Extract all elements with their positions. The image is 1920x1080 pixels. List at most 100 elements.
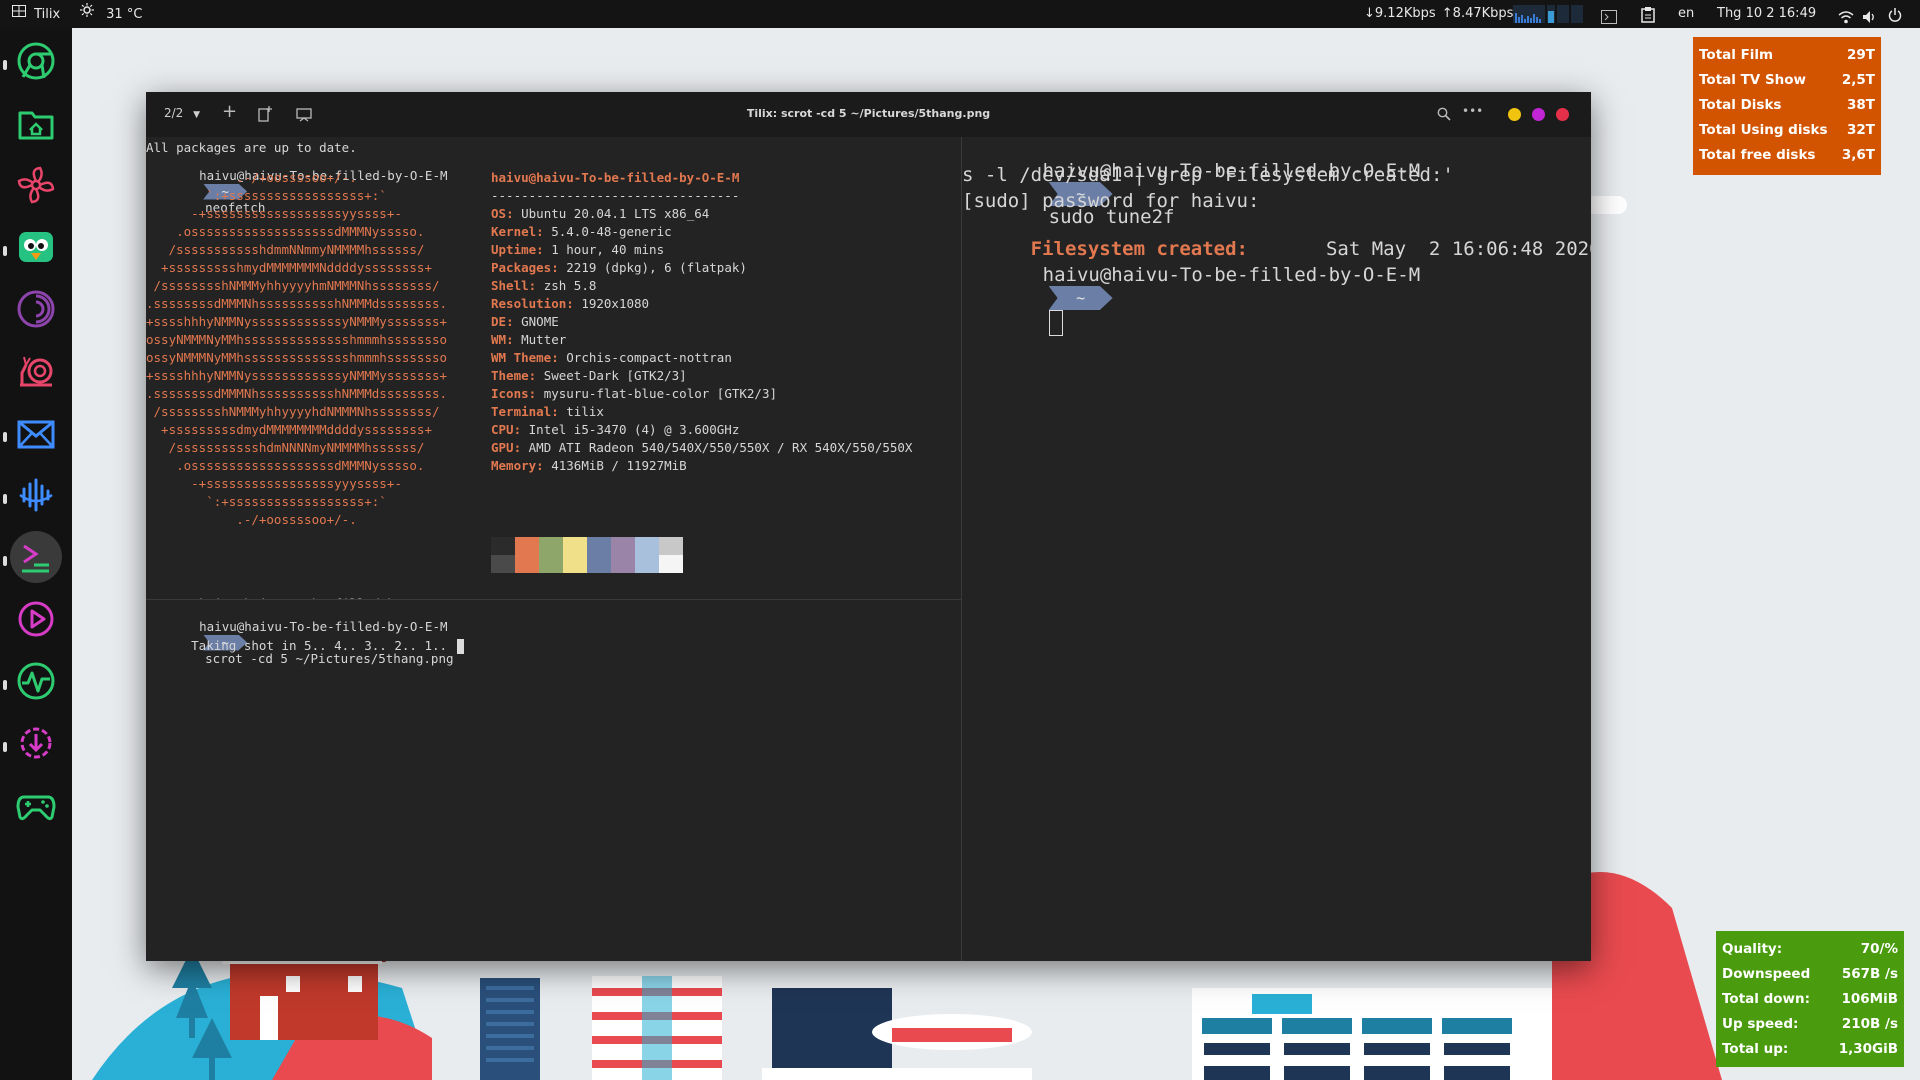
terminal-pane-tune2fs[interactable]: haivu@haivu-To-be-filled-by-O-E-M ~ sudo… xyxy=(962,137,1591,961)
info-value: Sweet-Dark [GTK2/3] xyxy=(543,368,687,383)
ascii-logo-line: /sssssssshNMMMyhhyyyyhmNMMMNhssssssss/ xyxy=(146,278,440,293)
ascii-logo-line: +sssshhhyNMMNyssssssssssssyNMMMysssssss+ xyxy=(146,314,448,329)
info-colon: : xyxy=(566,296,582,311)
wifi-icon[interactable] xyxy=(1838,7,1854,24)
tilix-window[interactable]: 2/2 ▼ + Tilix: scrot -cd 5 ~/Pictures/5t… xyxy=(146,92,1591,961)
ascii-logo-line: .osssssssssssssssssssdMMMNysssso. xyxy=(146,458,425,473)
activities-app-menu[interactable]: Tilix xyxy=(12,0,60,28)
conky-row: Total Disks 38T xyxy=(1699,93,1875,118)
keyboard-layout[interactable]: en xyxy=(1678,0,1694,28)
weather-temp: 31 °C xyxy=(106,6,143,22)
palette-swatch xyxy=(563,537,587,555)
info-value: zsh 5.8 xyxy=(543,278,597,293)
close-button[interactable] xyxy=(1556,108,1569,121)
power-icon[interactable] xyxy=(1888,6,1902,22)
conky-value: 32T xyxy=(1847,122,1875,138)
terminal-tray-icon[interactable] xyxy=(1601,7,1617,24)
menu-button[interactable]: ••• xyxy=(1462,104,1483,118)
conky-network-stats: Quality: 70/% Downspeed 567B /s Total down: 1… xyxy=(1716,931,1904,1067)
conky-label: Quality: xyxy=(1722,941,1783,957)
conky-value: 3,6T xyxy=(1841,147,1875,163)
info-key: WM xyxy=(491,332,507,347)
net-up: ↑8.47Kbps xyxy=(1441,6,1514,21)
ascii-logo-line: .osssssssssssssssssssdMMMNysssso. xyxy=(146,224,425,239)
dock-app-audio[interactable] xyxy=(10,469,62,521)
info-row: Terminal: tilix xyxy=(491,404,604,419)
info-colon: : xyxy=(506,206,522,221)
prompt-user: haivu@haivu-To-be-filled-by-O-E-M xyxy=(199,596,447,599)
dock-app-tor[interactable] xyxy=(10,283,62,335)
info-colon: : xyxy=(506,314,522,329)
find-button[interactable] xyxy=(1437,106,1451,125)
dock-app-installer[interactable] xyxy=(10,717,62,769)
info-value: 2219 (dpkg), 6 (flatpak) xyxy=(566,260,747,275)
command-continuation: s -l /dev/sda1 | grep 'Filesystem create… xyxy=(962,164,1454,186)
conky-row: Total Film 29T xyxy=(1699,43,1875,68)
dock-app-gamepad[interactable] xyxy=(10,779,62,831)
conky-disk-stats: Total Film 29T Total TV Show 2,5T Total Disk… xyxy=(1693,37,1881,175)
dock-app-system-monitor[interactable] xyxy=(10,655,62,707)
palette-swatch xyxy=(659,555,683,573)
palette-swatch xyxy=(659,537,683,555)
conky-value: 1,30GiB xyxy=(1838,1041,1898,1057)
terminal-icon xyxy=(22,544,49,573)
monitor-graph-icon xyxy=(1513,5,1583,23)
running-indicator xyxy=(3,556,7,566)
text-cursor xyxy=(457,639,465,654)
ascii-logo-line: `:+ssssssssssssssssss+:` xyxy=(146,188,387,203)
dock-app-pinwheel[interactable] xyxy=(10,159,62,211)
info-row: WM Theme: Orchis-compact-nottran xyxy=(491,350,732,365)
info-value: 1 hour, 40 mins xyxy=(551,242,665,257)
palette-swatch xyxy=(539,555,563,573)
palette-swatch xyxy=(611,537,635,555)
conky-row: Up speed: 210B /s xyxy=(1722,1012,1898,1037)
info-key: WM Theme xyxy=(491,350,552,365)
window-headerbar[interactable]: 2/2 ▼ + Tilix: scrot -cd 5 ~/Pictures/5t… xyxy=(146,92,1591,137)
palette-swatch xyxy=(515,555,539,573)
download-gear-icon xyxy=(20,727,52,759)
terminal-pane-scrot[interactable]: haivu@haivu-To-be-filled-by-O-E-M ~ scro… xyxy=(146,600,961,961)
ascii-logo-line: /ssssssssssshdmmNNmmyNMMMMhssssss/ xyxy=(146,242,425,257)
conky-value: 70/% xyxy=(1860,941,1898,957)
clock[interactable]: Thg 10 2 16:49 xyxy=(1717,0,1816,28)
palette-swatch xyxy=(587,537,611,555)
chrome-icon xyxy=(17,42,55,80)
conky-row: Total free disks 3,6T xyxy=(1699,143,1875,168)
dock-app-snail[interactable] xyxy=(10,345,62,397)
conky-label: Total Using disks xyxy=(1699,122,1828,138)
system-monitor-icon xyxy=(17,662,55,700)
dock-app-pidgin[interactable] xyxy=(10,221,62,273)
info-key: Icons xyxy=(491,386,529,401)
ascii-logo-line: ossyNMMMNyMMhsssssssssssssshmmmhssssssso xyxy=(146,332,448,347)
volume-icon[interactable] xyxy=(1862,7,1876,23)
palette-swatch xyxy=(491,537,515,555)
dock-app-mail[interactable] xyxy=(10,407,62,459)
terminal-pane-neofetch[interactable]: All packages are up to date. haivu@haivu… xyxy=(146,137,961,599)
info-colon: : xyxy=(506,332,522,347)
info-key: OS xyxy=(491,206,507,221)
net-speed-indicator[interactable]: ↓9.12Kbps ↑8.47Kbps xyxy=(1364,0,1513,28)
ascii-logo-line: .-/+oossssoo+/-. xyxy=(146,512,357,527)
dock-app-terminal[interactable] xyxy=(10,531,62,583)
conky-row: Total down: 106MiB xyxy=(1722,987,1898,1012)
maximize-button[interactable] xyxy=(1532,108,1545,121)
dock-app-chrome[interactable] xyxy=(10,35,62,87)
clipboard-icon[interactable] xyxy=(1641,6,1655,23)
info-colon: : xyxy=(513,422,529,437)
system-monitor-graph[interactable] xyxy=(1513,5,1583,23)
sun-icon xyxy=(80,0,94,28)
info-colon: : xyxy=(551,404,567,419)
conky-row: Total Using disks 32T xyxy=(1699,118,1875,143)
tilix-icon xyxy=(12,0,26,28)
conky-label: Total TV Show xyxy=(1699,72,1807,88)
running-indicator xyxy=(3,742,7,752)
ascii-logo-line: .-/+oossssoo+/-. xyxy=(146,170,357,185)
minimize-button[interactable] xyxy=(1508,108,1521,121)
info-value: GNOME xyxy=(521,314,559,329)
dock-app-media-player[interactable] xyxy=(10,593,62,645)
conky-row: Downspeed 567B /s xyxy=(1722,962,1898,987)
dock-app-home-folder[interactable] xyxy=(10,97,62,149)
info-colon: : xyxy=(513,440,529,455)
info-value: AMD ATI Radeon 540/540X/550/550X / RX 54… xyxy=(528,440,913,455)
weather-indicator[interactable]: 31 °C xyxy=(80,0,142,28)
